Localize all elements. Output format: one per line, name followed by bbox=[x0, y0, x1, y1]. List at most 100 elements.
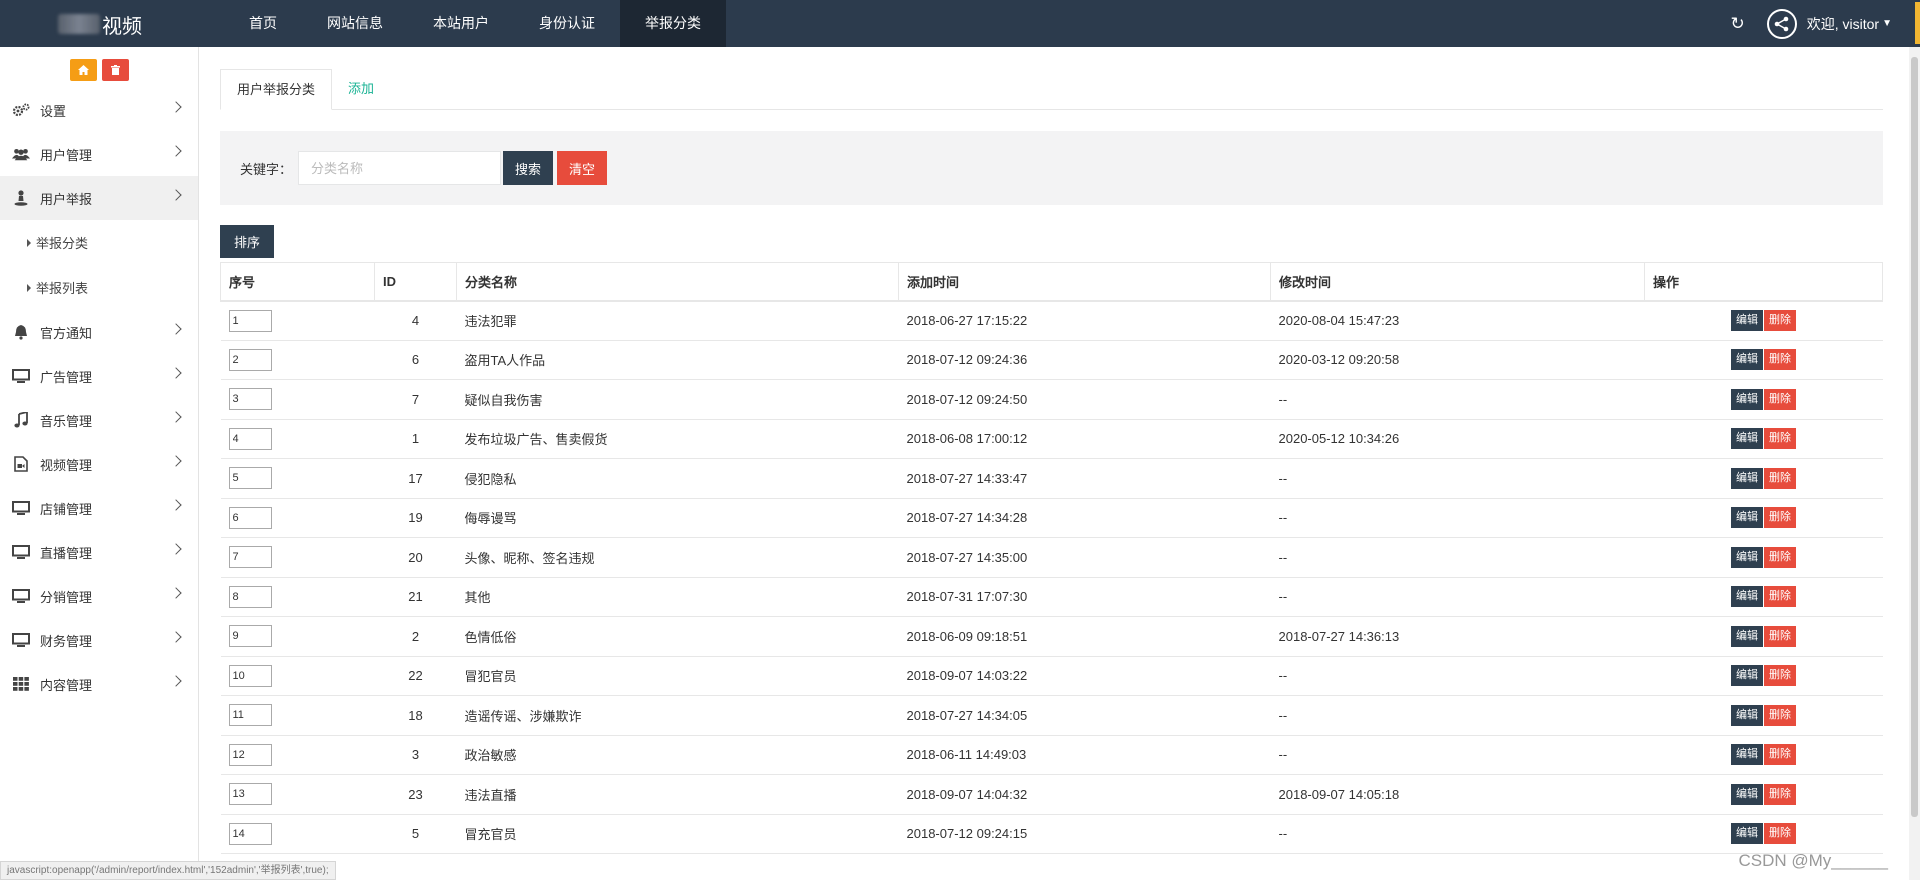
delete-button[interactable]: 删除 bbox=[1764, 310, 1796, 331]
share-node-icon[interactable] bbox=[1766, 8, 1797, 39]
order-input[interactable] bbox=[228, 625, 272, 648]
refresh-icon[interactable]: ↻ bbox=[1731, 14, 1745, 34]
delete-button[interactable]: 删除 bbox=[1764, 823, 1796, 845]
sidebar-item-distribution[interactable]: 分销管理 bbox=[0, 574, 198, 618]
order-cell bbox=[220, 458, 375, 499]
delete-button[interactable]: 删除 bbox=[1764, 704, 1796, 726]
delete-button[interactable]: 删除 bbox=[1764, 467, 1796, 489]
sidebar-item-shop[interactable]: 店铺管理 bbox=[0, 486, 198, 530]
edit-button[interactable]: 编辑 bbox=[1731, 783, 1763, 805]
order-input[interactable] bbox=[228, 348, 272, 371]
delete-button[interactable]: 删除 bbox=[1764, 428, 1796, 450]
delete-button[interactable]: 删除 bbox=[1764, 744, 1796, 766]
edit-button[interactable]: 编辑 bbox=[1731, 744, 1763, 766]
delete-button[interactable]: 删除 bbox=[1764, 388, 1796, 410]
id-cell: 18 bbox=[374, 695, 457, 736]
sidebar-item-finance[interactable]: 财务管理 bbox=[0, 618, 198, 662]
chevron-right-icon bbox=[170, 101, 182, 113]
sidebar-item-ads[interactable]: 广告管理 bbox=[0, 354, 198, 398]
actions-cell: 编辑 删除 bbox=[1644, 339, 1883, 380]
edit-button[interactable]: 编辑 bbox=[1731, 388, 1763, 410]
order-input[interactable] bbox=[228, 388, 272, 411]
modified-time-cell: -- bbox=[1270, 497, 1645, 538]
sidebar-item-users[interactable]: 用户管理 bbox=[0, 132, 198, 176]
edit-button[interactable]: 编辑 bbox=[1731, 586, 1763, 608]
sidebar-item-label: 用户管理 bbox=[40, 147, 93, 163]
added-time-cell: 2018-06-11 14:49:03 bbox=[898, 734, 1271, 775]
order-input[interactable] bbox=[228, 783, 272, 806]
nav-site-users[interactable]: 本站用户 bbox=[408, 0, 514, 47]
search-input[interactable] bbox=[298, 151, 502, 185]
chevron-right-icon bbox=[170, 499, 182, 511]
order-input[interactable] bbox=[228, 546, 272, 569]
table-row: 1发布垃圾广告、售卖假货2018-06-08 17:00:122020-05-1… bbox=[220, 418, 1883, 459]
nav-identity[interactable]: 身份认证 bbox=[514, 0, 620, 47]
sidebar-subitem-report-list[interactable]: 举报列表 bbox=[0, 265, 198, 310]
tab-add[interactable]: 添加 bbox=[332, 69, 390, 110]
edit-button[interactable]: 编辑 bbox=[1731, 428, 1763, 450]
edit-button[interactable]: 编辑 bbox=[1731, 467, 1763, 489]
id-cell: 21 bbox=[374, 576, 457, 617]
modified-time-cell: -- bbox=[1270, 537, 1645, 578]
scrollbar[interactable] bbox=[1909, 47, 1920, 880]
sidebar-item-content[interactable]: 内容管理 bbox=[0, 662, 198, 706]
delete-button[interactable]: 删除 bbox=[1764, 349, 1796, 371]
tab-report-category[interactable]: 用户举报分类 bbox=[220, 69, 333, 110]
edit-button[interactable]: 编辑 bbox=[1731, 310, 1763, 331]
order-input[interactable] bbox=[228, 309, 272, 332]
caret-down-icon[interactable]: ▼ bbox=[1882, 18, 1892, 29]
edit-button[interactable]: 编辑 bbox=[1731, 625, 1763, 647]
added-time-cell: 2018-09-07 14:03:22 bbox=[898, 655, 1271, 696]
actions-cell: 编辑 删除 bbox=[1644, 379, 1883, 420]
edit-button[interactable]: 编辑 bbox=[1731, 349, 1763, 371]
order-input[interactable] bbox=[228, 743, 272, 766]
delete-button[interactable]: 删除 bbox=[1764, 783, 1796, 805]
modified-time-cell: -- bbox=[1270, 695, 1645, 736]
order-input[interactable] bbox=[228, 585, 272, 608]
order-input[interactable] bbox=[228, 506, 272, 529]
sidebar-item-notice[interactable]: 官方通知 bbox=[0, 310, 198, 354]
table-row: 18造谣传谣、涉嫌欺诈2018-07-27 14:34:05--编辑删除 bbox=[220, 695, 1883, 736]
delete-button[interactable]: 删除 bbox=[1764, 507, 1796, 529]
edit-button[interactable]: 编辑 bbox=[1731, 546, 1763, 568]
edit-button[interactable]: 编辑 bbox=[1731, 823, 1763, 845]
sort-button[interactable]: 排序 bbox=[220, 225, 274, 258]
delete-button[interactable]: 删除 bbox=[1764, 665, 1796, 687]
search-button[interactable]: 搜索 bbox=[503, 151, 554, 185]
nav-home[interactable]: 首页 bbox=[224, 0, 302, 47]
edit-button[interactable]: 编辑 bbox=[1731, 507, 1763, 529]
name-cell: 疑似自我伤害 bbox=[456, 379, 899, 420]
search-label: 关键字： bbox=[240, 161, 293, 177]
scrollbar-thumb[interactable] bbox=[1911, 57, 1918, 817]
home-icon[interactable] bbox=[69, 58, 97, 81]
edit-button[interactable]: 编辑 bbox=[1731, 704, 1763, 726]
clear-button[interactable]: 清空 bbox=[557, 151, 608, 185]
col-added: 添加时间 bbox=[898, 262, 1271, 302]
order-input[interactable] bbox=[228, 427, 272, 450]
order-input[interactable] bbox=[228, 822, 272, 845]
sidebar-item-settings[interactable]: 设置 bbox=[0, 88, 198, 132]
nav-site-info[interactable]: 网站信息 bbox=[302, 0, 408, 47]
delete-button[interactable]: 删除 bbox=[1764, 625, 1796, 647]
delete-button[interactable]: 删除 bbox=[1764, 546, 1796, 568]
name-cell: 头像、昵称、签名违规 bbox=[456, 537, 899, 578]
trash-icon[interactable] bbox=[101, 58, 129, 81]
added-time-cell: 2018-07-27 14:34:05 bbox=[898, 695, 1271, 736]
sidebar-subitem-report-category[interactable]: 举报分类 bbox=[0, 220, 198, 265]
sidebar-item-music[interactable]: 音乐管理 bbox=[0, 398, 198, 442]
order-input[interactable] bbox=[228, 704, 272, 727]
order-input[interactable] bbox=[228, 664, 272, 687]
order-cell bbox=[220, 695, 375, 736]
sidebar-item-user-report[interactable]: 用户举报 bbox=[0, 176, 198, 220]
sidebar-item-video[interactable]: 视频管理 bbox=[0, 442, 198, 486]
sidebar-item-live[interactable]: 直播管理 bbox=[0, 530, 198, 574]
logo[interactable]: 视频 bbox=[58, 10, 142, 38]
delete-button[interactable]: 删除 bbox=[1764, 586, 1796, 608]
order-input[interactable] bbox=[228, 467, 272, 490]
nav-report-category[interactable]: 举报分类 bbox=[620, 0, 726, 47]
edit-button[interactable]: 编辑 bbox=[1731, 665, 1763, 687]
search-bar: 关键字： 搜索 清空 bbox=[220, 131, 1883, 205]
welcome-user[interactable]: 欢迎, visitor bbox=[1807, 14, 1879, 34]
name-cell: 政治敏感 bbox=[456, 734, 899, 775]
actions-cell: 编辑 删除 bbox=[1644, 497, 1883, 538]
